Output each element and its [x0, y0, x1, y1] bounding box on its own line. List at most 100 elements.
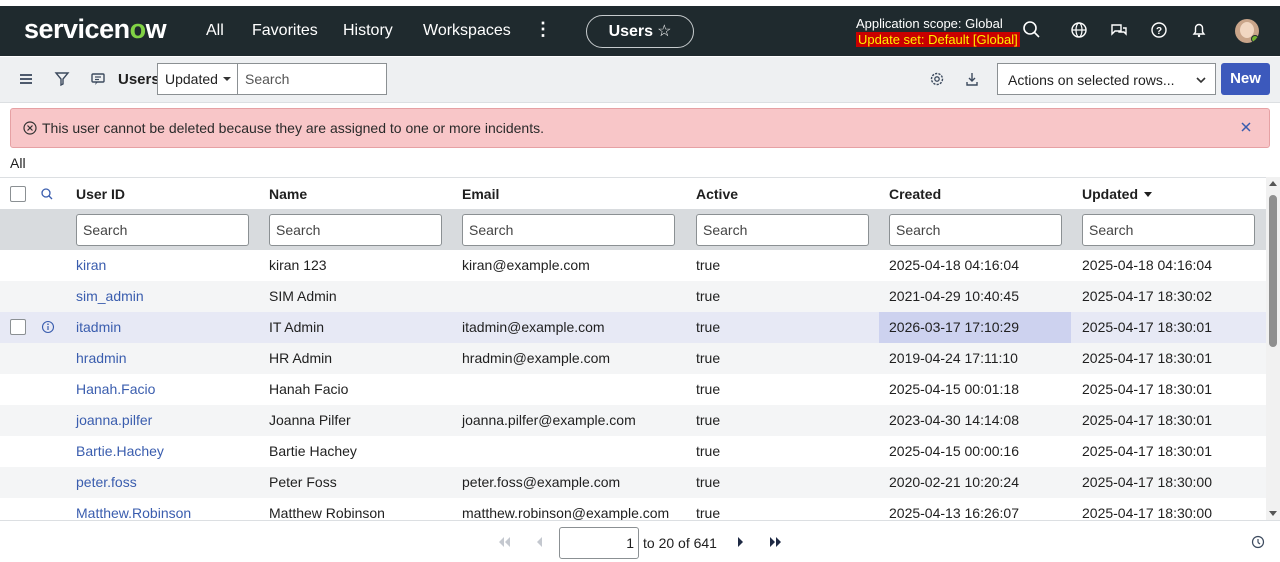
table-row[interactable]: kiran kiran 123 kiran@example.com true 2…	[0, 250, 1266, 281]
previous-page-icon[interactable]	[535, 536, 543, 548]
vertical-scrollbar[interactable]	[1266, 177, 1280, 520]
created-cell[interactable]: 2026-03-17 17:10:29	[889, 319, 1019, 335]
status-dot	[1251, 35, 1259, 43]
info-icon[interactable]	[41, 320, 55, 334]
settings-gear-icon[interactable]	[929, 71, 945, 87]
globe-icon[interactable]	[1068, 19, 1090, 41]
user-id-link[interactable]: peter.foss	[76, 474, 137, 490]
caret-down-icon	[223, 77, 231, 81]
email-cell: peter.foss@example.com	[462, 474, 621, 490]
created-cell: 2025-04-15 00:00:16	[889, 443, 1019, 459]
nav-favorites[interactable]: Favorites	[252, 22, 318, 40]
name-cell: Joanna Pilfer	[269, 412, 351, 428]
avatar[interactable]	[1235, 19, 1259, 43]
error-banner: This user cannot be deleted because they…	[10, 108, 1270, 148]
user-id-link[interactable]: sim_admin	[76, 288, 144, 304]
user-id-link[interactable]: joanna.pilfer	[76, 412, 152, 428]
breadcrumb[interactable]: All	[10, 155, 26, 171]
created-cell: 2019-04-24 17:11:10	[889, 350, 1018, 366]
new-button[interactable]: New	[1221, 63, 1270, 95]
table-row[interactable]: Hanah.Facio Hanah Facio true 2025-04-15 …	[0, 374, 1266, 405]
hamburger-menu-icon[interactable]	[18, 71, 34, 87]
search-user-id-input[interactable]	[76, 214, 249, 246]
active-cell: true	[696, 505, 721, 520]
email-cell: itadmin@example.com	[462, 319, 605, 335]
table-row[interactable]: peter.foss Peter Foss peter.foss@example…	[0, 467, 1266, 498]
column-header-active[interactable]: Active	[696, 186, 738, 202]
user-id-link[interactable]: itadmin	[76, 319, 121, 335]
nav-workspaces[interactable]: Workspaces	[423, 22, 511, 40]
column-header-created[interactable]: Created	[889, 186, 941, 202]
user-id-link[interactable]: Hanah.Facio	[76, 381, 155, 397]
search-field-select[interactable]: Updated	[157, 63, 238, 95]
top-nav: servicenow All Favorites History Workspa…	[0, 0, 1280, 56]
star-icon[interactable]: ☆	[657, 23, 671, 40]
email-cell: matthew.robinson@example.com	[462, 505, 670, 520]
context-menu-icon[interactable]	[90, 71, 106, 87]
search-active-input[interactable]	[696, 214, 869, 246]
chevron-down-icon	[1196, 77, 1206, 84]
filter-icon[interactable]	[54, 71, 70, 87]
search-email-input[interactable]	[462, 214, 675, 246]
download-icon[interactable]	[964, 71, 980, 87]
last-page-icon[interactable]	[769, 536, 783, 548]
name-cell: IT Admin	[269, 319, 324, 335]
updated-cell: 2025-04-17 18:30:01	[1082, 350, 1212, 366]
table-row[interactable]: joanna.pilfer Joanna Pilfer joanna.pilfe…	[0, 405, 1266, 436]
close-icon[interactable]	[1239, 120, 1253, 134]
column-search-icon[interactable]	[40, 187, 54, 201]
user-id-link[interactable]: hradmin	[76, 350, 127, 366]
next-page-icon[interactable]	[737, 536, 745, 548]
active-cell: true	[696, 350, 721, 366]
table-row[interactable]: Matthew.Robinson Matthew Robinson matthe…	[0, 498, 1266, 520]
bell-icon[interactable]	[1188, 19, 1210, 41]
updated-cell: 2025-04-17 18:30:02	[1082, 288, 1212, 304]
scrollbar-thumb[interactable]	[1269, 195, 1277, 347]
more-menu-icon[interactable]: ⋮	[534, 19, 552, 40]
created-cell: 2025-04-13 16:26:07	[889, 505, 1019, 520]
table-row[interactable]: sim_admin SIM Admin true 2021-04-29 10:4…	[0, 281, 1266, 312]
actions-select[interactable]: Actions on selected rows...	[997, 63, 1216, 95]
help-icon[interactable]: ?	[1148, 19, 1170, 41]
context-pill-users[interactable]: Users ☆	[586, 15, 694, 48]
first-page-icon[interactable]	[497, 536, 511, 548]
table-row[interactable]: Bartie.Hachey Bartie Hachey true 2025-04…	[0, 436, 1266, 467]
chat-icon[interactable]	[1108, 19, 1130, 41]
column-header-name[interactable]: Name	[269, 186, 307, 202]
nav-history[interactable]: History	[343, 22, 393, 40]
user-id-link[interactable]: Bartie.Hachey	[76, 443, 164, 459]
search-name-input[interactable]	[269, 214, 442, 246]
email-cell: joanna.pilfer@example.com	[462, 412, 636, 428]
row-checkbox[interactable]	[10, 319, 26, 335]
page-number-input[interactable]	[559, 527, 639, 559]
search-created-input[interactable]	[889, 214, 1062, 246]
response-time-icon[interactable]	[1251, 535, 1265, 549]
search-updated-input[interactable]	[1082, 214, 1255, 246]
updated-cell: 2025-04-17 18:30:01	[1082, 381, 1212, 397]
nav-all[interactable]: All	[206, 22, 224, 40]
sort-descending-icon	[1144, 192, 1152, 197]
created-cell: 2021-04-29 10:40:45	[889, 288, 1019, 304]
name-cell: Hanah Facio	[269, 381, 349, 397]
updated-cell: 2025-04-17 18:30:01	[1082, 319, 1212, 335]
table-row[interactable]: hradmin HR Admin hradmin@example.com tru…	[0, 343, 1266, 374]
column-header-updated[interactable]: Updated	[1082, 186, 1152, 202]
active-cell: true	[696, 319, 721, 335]
select-all-checkbox[interactable]	[10, 186, 26, 202]
updated-cell: 2025-04-17 18:30:01	[1082, 412, 1212, 428]
user-id-link[interactable]: kiran	[76, 257, 106, 273]
updated-cell: 2025-04-18 04:16:04	[1082, 257, 1212, 273]
scroll-up-icon[interactable]	[1269, 181, 1277, 186]
column-header-email[interactable]: Email	[462, 186, 499, 202]
table-row[interactable]: itadmin IT Admin itadmin@example.com tru…	[0, 312, 1266, 343]
error-circle-icon	[23, 121, 37, 135]
error-message: This user cannot be deleted because they…	[42, 120, 544, 136]
scroll-down-icon[interactable]	[1269, 511, 1277, 516]
search-icon[interactable]	[1021, 19, 1043, 41]
email-cell: hradmin@example.com	[462, 350, 611, 366]
list-search-input[interactable]	[237, 63, 387, 95]
column-header-user-id[interactable]: User ID	[76, 186, 125, 202]
servicenow-logo[interactable]: servicenow	[24, 14, 167, 45]
update-set-badge[interactable]: Update set: Default [Global]	[856, 32, 1020, 47]
user-id-link[interactable]: Matthew.Robinson	[76, 505, 191, 520]
